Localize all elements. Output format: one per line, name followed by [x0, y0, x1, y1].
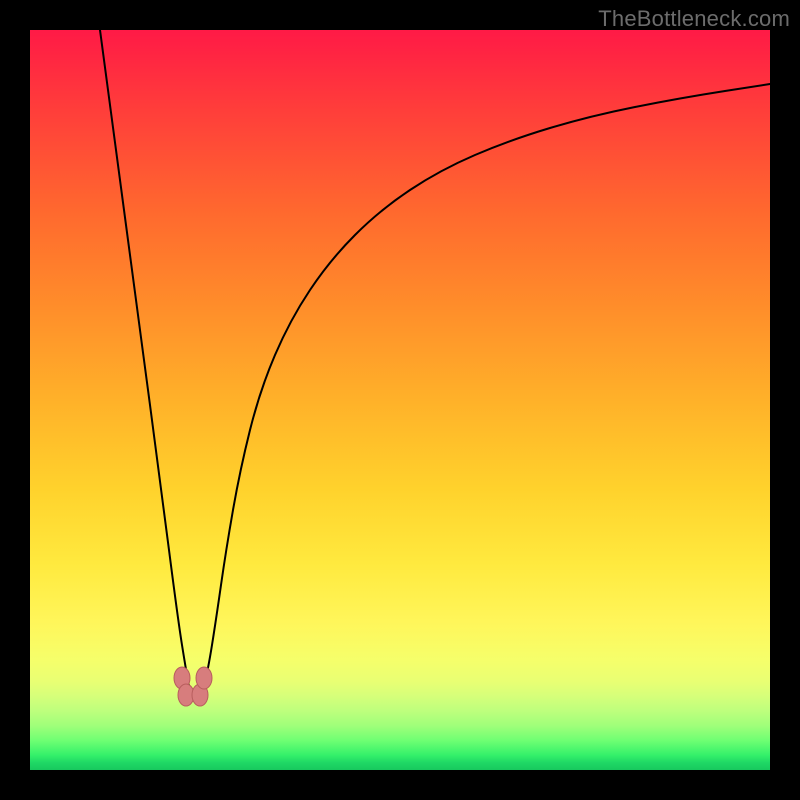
bottleneck-curve — [100, 30, 770, 702]
curve-svg — [30, 30, 770, 770]
dip-markers — [174, 667, 212, 706]
plot-area — [30, 30, 770, 770]
watermark-text: TheBottleneck.com — [598, 6, 790, 32]
chart-frame: TheBottleneck.com — [0, 0, 800, 800]
marker-dip-right-low — [196, 667, 212, 689]
